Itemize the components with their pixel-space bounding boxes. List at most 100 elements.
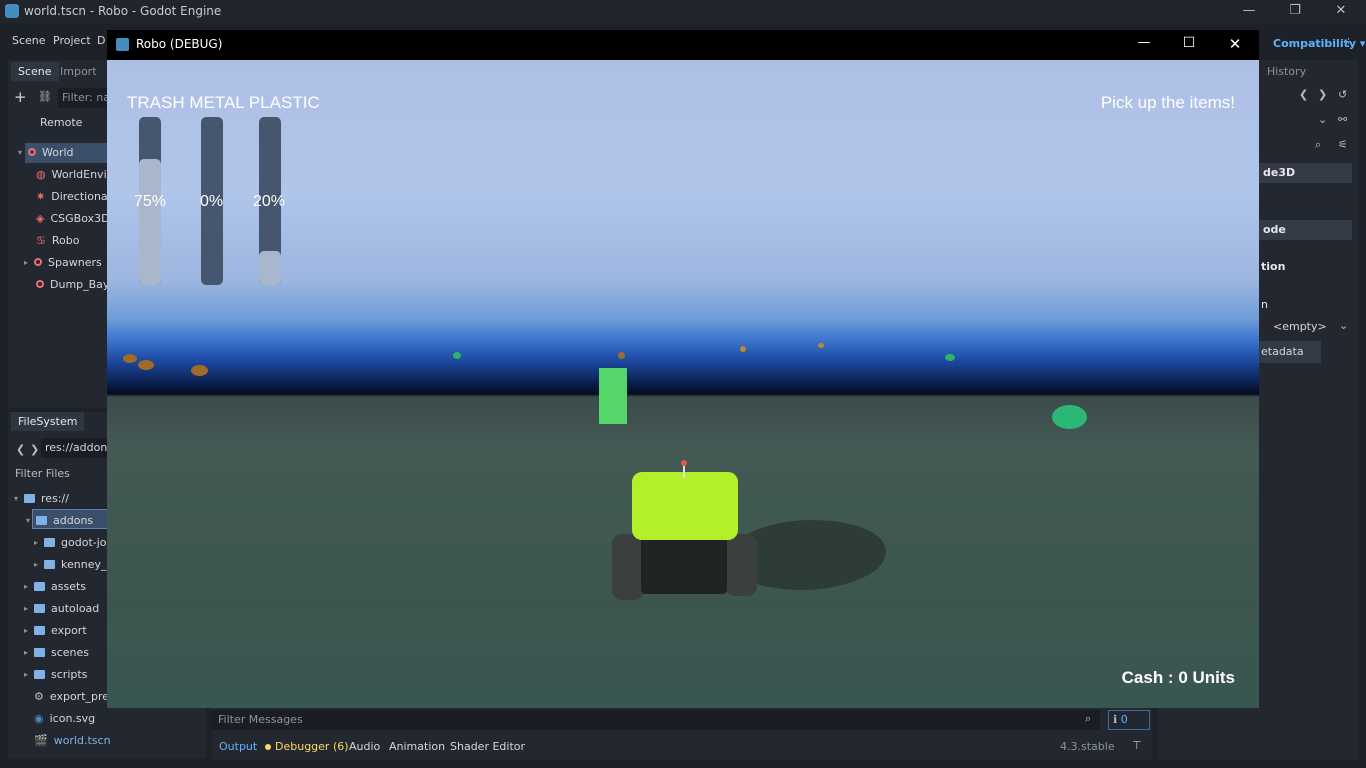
- fs-item-label: assets: [51, 579, 87, 593]
- pickup-item: [618, 352, 625, 359]
- tree-node-robo[interactable]: ♋ Robo: [36, 230, 79, 250]
- add-metadata-button[interactable]: etadata: [1257, 341, 1321, 363]
- fs-item-world-tscn[interactable]: 🎬 world.tscn: [34, 730, 111, 750]
- editor-window-title: world.tscn - Robo - Godot Engine: [24, 4, 222, 18]
- fs-item-export[interactable]: ▸ export: [24, 620, 87, 640]
- tree-node-directionallight[interactable]: ✷ DirectionalL: [36, 186, 117, 206]
- chevron-right-icon: ▸: [24, 669, 29, 679]
- info-icon: ℹ: [1113, 713, 1118, 726]
- pickup-item: [453, 352, 461, 359]
- inspector-group-label-2[interactable]: n: [1261, 298, 1268, 311]
- tree-node-label: Robo: [51, 233, 80, 247]
- tree-node-world[interactable]: ▾ World: [18, 142, 74, 162]
- forward-icon[interactable]: ❯: [1318, 88, 1327, 101]
- tree-node-label: Spawners: [48, 255, 102, 269]
- pickup-item: [945, 354, 955, 361]
- object-icon[interactable]: ⚯: [1338, 113, 1347, 126]
- inspector-group-label[interactable]: tion: [1261, 260, 1285, 273]
- tree-node-spawners[interactable]: ▸ Spawners: [24, 252, 102, 272]
- game-window-icon: [116, 38, 129, 51]
- tab-filesystem[interactable]: FileSystem: [11, 412, 85, 431]
- robot-icon: ♋: [36, 233, 46, 247]
- remote-button[interactable]: Remote: [40, 116, 82, 129]
- chevron-down-icon: ▾: [26, 515, 31, 525]
- metal-bin-percent: 0%: [200, 193, 224, 210]
- message-counter[interactable]: ℹ 0: [1108, 710, 1150, 730]
- menu-project[interactable]: Project: [53, 34, 91, 47]
- back-icon[interactable]: ❮: [16, 443, 25, 456]
- game-close-icon[interactable]: ✕: [1225, 35, 1245, 53]
- chevron-down-icon[interactable]: ⌄: [1318, 113, 1327, 126]
- tree-node-label: CSGBox3D: [50, 211, 110, 225]
- search-icon[interactable]: ⌕: [1315, 138, 1321, 152]
- add-node-icon[interactable]: +: [14, 88, 27, 106]
- inspector-section-header[interactable]: ode: [1257, 220, 1352, 240]
- menu-scene[interactable]: Scene: [12, 34, 46, 47]
- chevron-right-icon: ▸: [24, 625, 29, 635]
- tab-import[interactable]: Import: [60, 65, 97, 78]
- fs-item-godot-jolt[interactable]: ▸ godot-jolt: [34, 532, 114, 552]
- tab-output[interactable]: Output: [219, 740, 257, 753]
- debugger-dot-icon: [265, 744, 271, 750]
- close-icon[interactable]: ✕: [1318, 0, 1364, 23]
- fs-item-autoload[interactable]: ▸ autoload: [24, 598, 99, 618]
- search-icon: ⌕: [1085, 712, 1092, 725]
- filter-icon[interactable]: ⚟: [1338, 138, 1348, 151]
- restore-icon[interactable]: ❐: [1272, 0, 1318, 23]
- folder-icon: [36, 515, 48, 525]
- pickup-item: [1052, 405, 1087, 429]
- back-icon[interactable]: ❮: [1299, 88, 1308, 101]
- folder-icon: [34, 625, 46, 635]
- tab-shader-editor[interactable]: Shader Editor: [450, 740, 525, 753]
- fs-item-export-presets[interactable]: ⚙ export_pres: [34, 686, 115, 706]
- gear-icon: ⚙: [34, 689, 44, 703]
- game-maximize-icon[interactable]: ☐: [1179, 35, 1199, 51]
- node3d-icon: [34, 258, 43, 266]
- game-window-title: Robo (DEBUG): [136, 37, 223, 51]
- minimize-icon[interactable]: —: [1226, 0, 1272, 23]
- game-minimize-icon[interactable]: —: [1134, 35, 1154, 50]
- more-icon[interactable]: ⋮: [1343, 36, 1354, 49]
- fs-item-kenney[interactable]: ▸ kenney_p: [34, 554, 113, 574]
- chevron-right-icon: ▸: [24, 581, 29, 591]
- fs-item-scripts[interactable]: ▸ scripts: [24, 664, 87, 684]
- pickup-item: [818, 343, 824, 348]
- tree-node-dump-bay[interactable]: Dump_Bay: [36, 274, 109, 294]
- fs-item-res[interactable]: ▾ res://: [14, 488, 69, 508]
- folder-icon: [24, 493, 36, 503]
- tree-node-csgbox3d[interactable]: ◈ CSGBox3D: [36, 208, 110, 228]
- tab-animation[interactable]: Animation: [389, 740, 445, 753]
- link-icon[interactable]: ⛓: [38, 90, 52, 103]
- editor-titlebar: world.tscn - Robo - Godot Engine — ❐ ✕: [0, 0, 1366, 23]
- file-filter-input[interactable]: Filter Files: [15, 467, 70, 480]
- fs-item-assets[interactable]: ▸ assets: [24, 576, 86, 596]
- tab-scene[interactable]: Scene: [11, 62, 59, 81]
- fs-item-scenes[interactable]: ▸ scenes: [24, 642, 89, 662]
- history-icon[interactable]: ↺: [1338, 88, 1347, 101]
- pin-panel-icon[interactable]: ⊤: [1132, 739, 1142, 752]
- tree-node-label: World: [42, 145, 74, 159]
- tab-history[interactable]: History: [1267, 65, 1306, 78]
- tree-node-worldenvironment[interactable]: ◍ WorldEnviro: [36, 164, 118, 184]
- tab-debugger[interactable]: Debugger (6): [275, 740, 349, 753]
- dropdown-icon[interactable]: ⌄: [1339, 319, 1348, 332]
- fs-item-label: kenney_p: [61, 557, 114, 571]
- plastic-bin-percent: 20%: [253, 193, 286, 210]
- robot-wheel: [725, 534, 757, 596]
- fs-item-label: addons: [53, 513, 94, 527]
- empty-value[interactable]: <empty>: [1273, 320, 1327, 333]
- chevron-right-icon: ▸: [34, 537, 39, 547]
- forward-icon[interactable]: ❯: [30, 443, 39, 456]
- tab-audio[interactable]: Audio: [349, 740, 380, 753]
- bottom-panel: Filter Messages ⌕ ℹ 0 Output Debugger (6…: [212, 708, 1152, 760]
- pickup-item: [191, 365, 208, 376]
- dump-bay-pillar: [599, 368, 627, 424]
- fs-item-icon-svg[interactable]: ◉ icon.svg: [34, 708, 95, 728]
- fs-item-label: scripts: [51, 667, 88, 681]
- godot-file-icon: ◉: [34, 711, 44, 725]
- menu-debug[interactable]: D: [97, 34, 105, 47]
- fs-item-label: res://: [41, 491, 69, 505]
- filter-messages-input[interactable]: Filter Messages: [212, 710, 1100, 730]
- game-viewport[interactable]: TRASH METAL PLASTIC 75% 0% 20% Pick up t…: [107, 60, 1259, 708]
- fs-item-addons[interactable]: ▾ addons: [26, 510, 93, 530]
